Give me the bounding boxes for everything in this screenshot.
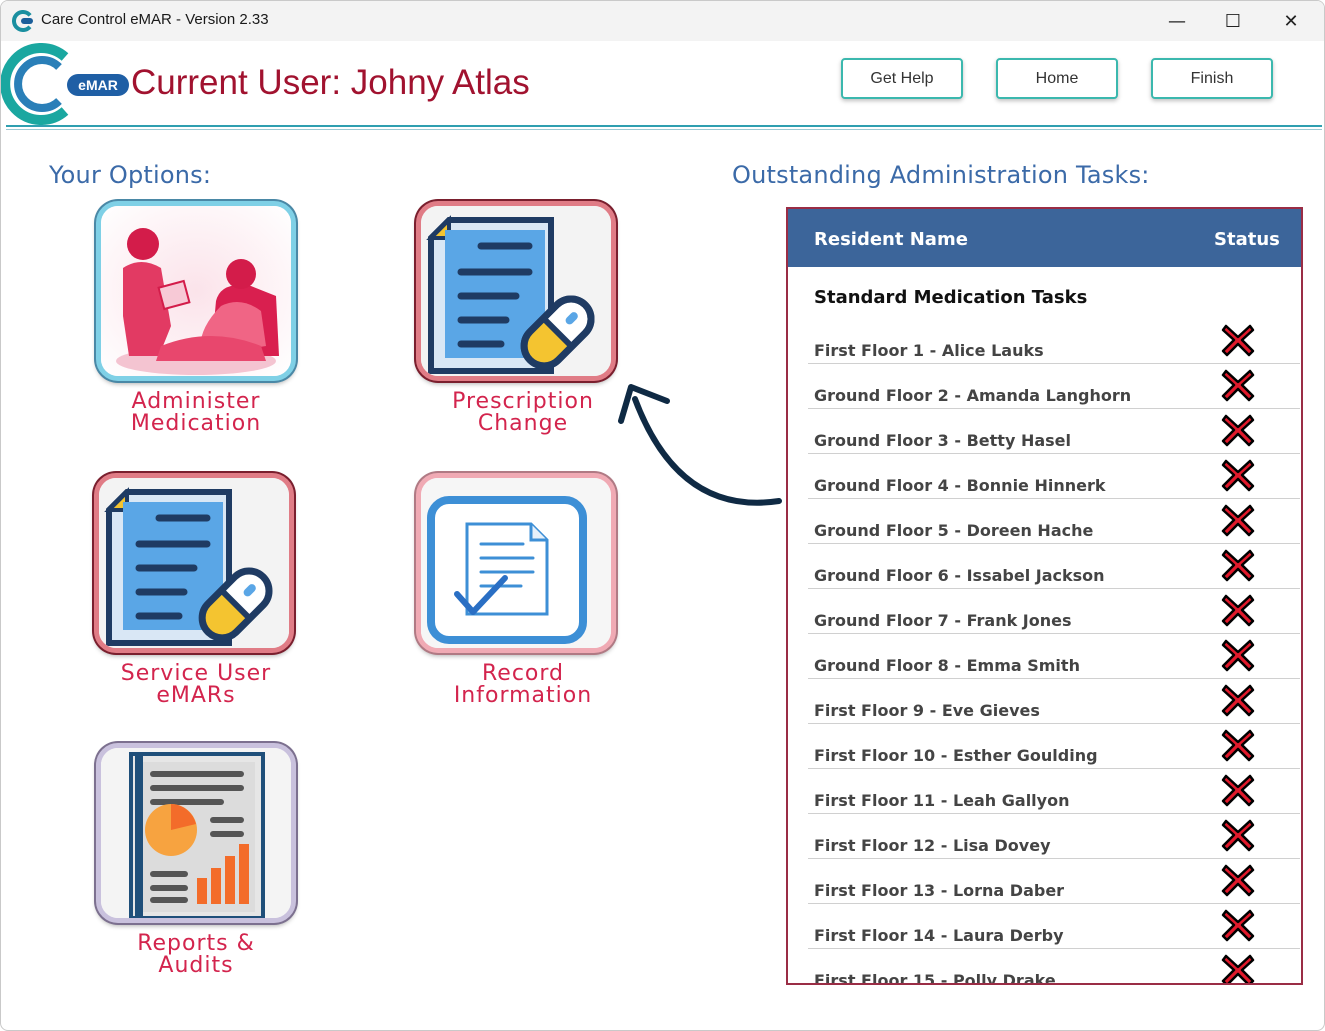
table-row[interactable]: Ground Floor 6 - Issabel Jackson — [808, 544, 1300, 589]
status-not-done-icon — [1221, 414, 1255, 447]
status-not-done-icon — [1221, 324, 1255, 357]
reports-audits-label: Reports & Audits — [137, 931, 255, 978]
administer-medication-tile[interactable] — [96, 201, 296, 381]
resident-name: Ground Floor 4 - Bonnie Hinnerk — [814, 476, 1106, 495]
status-not-done-icon — [1221, 909, 1255, 942]
resident-name: Ground Floor 6 - Issabel Jackson — [814, 566, 1105, 585]
tasks-table[interactable]: Resident Name Status Standard Medication… — [786, 207, 1303, 985]
status-not-done-icon — [1221, 594, 1255, 627]
nurse-with-patient-icon — [101, 206, 291, 376]
resident-name: Ground Floor 2 - Amanda Langhorn — [814, 386, 1132, 405]
column-header-resident-name: Resident Name — [814, 229, 968, 250]
table-row[interactable]: Ground Floor 2 - Amanda Langhorn — [808, 364, 1300, 409]
resident-name: First Floor 9 - Eve Gieves — [814, 701, 1040, 720]
finish-button[interactable]: Finish — [1151, 58, 1273, 99]
table-row[interactable]: First Floor 9 - Eve Gieves — [808, 679, 1300, 724]
table-row[interactable]: First Floor 14 - Laura Derby — [808, 904, 1300, 949]
status-not-done-icon — [1221, 774, 1255, 807]
status-not-done-icon — [1221, 459, 1255, 492]
table-row[interactable]: Ground Floor 8 - Emma Smith — [808, 634, 1300, 679]
minimize-button[interactable]: — — [1148, 1, 1206, 41]
options-title: Your Options: — [49, 161, 212, 189]
app-logo-icon — [12, 10, 34, 32]
resident-name: First Floor 11 - Leah Gallyon — [814, 791, 1070, 810]
status-not-done-icon — [1221, 369, 1255, 402]
table-row[interactable]: Ground Floor 7 - Frank Jones — [808, 589, 1300, 634]
tasks-table-header: Resident Name Status — [788, 209, 1301, 267]
current-user-title: Current User: Johny Atlas — [131, 63, 530, 102]
reports-audits-tile[interactable] — [96, 743, 296, 923]
resident-name: Ground Floor 7 - Frank Jones — [814, 611, 1072, 630]
resident-name: First Floor 10 - Esther Goulding — [814, 746, 1098, 765]
resident-name: Ground Floor 5 - Doreen Hache — [814, 521, 1094, 540]
table-row[interactable]: First Floor 10 - Esther Goulding — [808, 724, 1300, 769]
resident-name: First Floor 12 - Lisa Dovey — [814, 836, 1051, 855]
status-not-done-icon — [1221, 864, 1255, 897]
status-not-done-icon — [1221, 549, 1255, 582]
logo-badge-text: eMAR — [78, 77, 118, 93]
document-checkmark-icon — [421, 478, 611, 648]
table-row[interactable]: First Floor 1 - Alice Lauks — [808, 319, 1300, 364]
administer-medication-label: Administer Medication — [130, 389, 262, 436]
table-row[interactable]: Ground Floor 3 - Betty Hasel — [808, 409, 1300, 454]
resident-name: First Floor 1 - Alice Lauks — [814, 341, 1044, 360]
maximize-button[interactable]: ☐ — [1204, 1, 1262, 41]
prescription-document-pill-icon — [421, 206, 611, 376]
resident-name: Ground Floor 3 - Betty Hasel — [814, 431, 1071, 450]
title-bar[interactable]: Care Control eMAR - Version 2.33 — ☐ ✕ — [1, 1, 1324, 41]
resident-name: Ground Floor 8 - Emma Smith — [814, 656, 1080, 675]
window-title: Care Control eMAR - Version 2.33 — [41, 11, 269, 28]
emar-document-pill-icon — [99, 478, 289, 648]
status-not-done-icon — [1221, 729, 1255, 762]
table-row[interactable]: First Floor 13 - Lorna Daber — [808, 859, 1300, 904]
status-not-done-icon — [1221, 504, 1255, 537]
table-row[interactable]: Ground Floor 4 - Bonnie Hinnerk — [808, 454, 1300, 499]
status-not-done-icon — [1221, 639, 1255, 672]
table-row[interactable]: Ground Floor 5 - Doreen Hache — [808, 499, 1300, 544]
table-row[interactable]: First Floor 12 - Lisa Dovey — [808, 814, 1300, 859]
table-row[interactable]: First Floor 15 - Polly Drake — [808, 949, 1300, 985]
resident-name: First Floor 13 - Lorna Daber — [814, 881, 1065, 900]
column-header-status: Status — [1214, 229, 1280, 250]
header-divider — [6, 125, 1322, 127]
header-divider-secondary — [6, 129, 1322, 130]
resident-name: First Floor 15 - Polly Drake — [814, 971, 1056, 985]
table-row[interactable]: First Floor 11 - Leah Gallyon — [808, 769, 1300, 814]
record-information-tile[interactable] — [416, 473, 616, 653]
service-user-emars-tile[interactable] — [94, 473, 294, 653]
resident-name: First Floor 14 - Laura Derby — [814, 926, 1064, 945]
report-chart-icon — [101, 748, 291, 918]
status-not-done-icon — [1221, 684, 1255, 717]
care-control-logo-icon: eMAR — [1, 43, 129, 125]
service-user-emars-label: Service User eMARs — [120, 661, 272, 708]
home-button[interactable]: Home — [996, 58, 1118, 99]
curved-arrow-icon — [618, 384, 782, 506]
status-not-done-icon — [1221, 819, 1255, 852]
status-not-done-icon — [1221, 954, 1255, 983]
record-information-label: Record Information — [453, 661, 593, 708]
get-help-button[interactable]: Get Help — [841, 58, 963, 99]
prescription-change-tile[interactable] — [416, 201, 616, 381]
app-window: Care Control eMAR - Version 2.33 — ☐ ✕ e… — [0, 0, 1325, 1031]
task-group-title: Standard Medication Tasks — [814, 287, 1088, 308]
tasks-title: Outstanding Administration Tasks: — [732, 161, 1150, 189]
close-button[interactable]: ✕ — [1262, 1, 1320, 41]
